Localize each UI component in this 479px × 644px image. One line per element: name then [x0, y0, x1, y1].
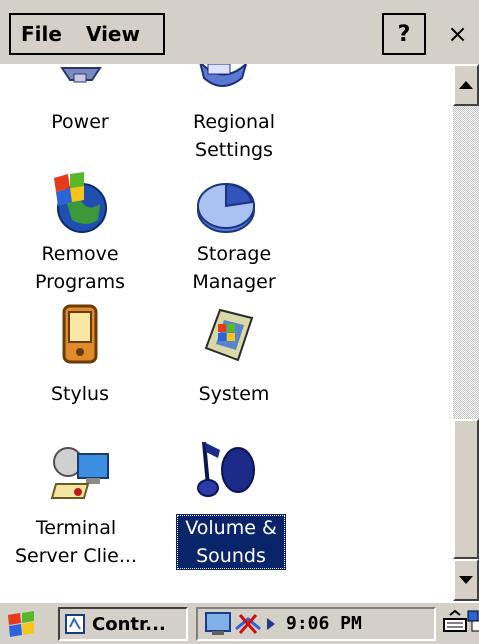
item-regional-settings[interactable]: Regional Settings	[164, 108, 304, 164]
item-label-line: Programs	[34, 271, 126, 293]
item-label-line: Storage	[196, 243, 272, 265]
scrollbar-thumb[interactable]	[453, 419, 479, 559]
disconnected-icon[interactable]	[234, 611, 262, 637]
arrow-up-icon	[459, 81, 473, 89]
item-label-line: Regional	[193, 111, 275, 133]
terminal-server-icon	[50, 447, 109, 499]
control-panel-view: Power Regional Settings Remove Programs …	[0, 64, 453, 601]
file-menu-label: File	[21, 22, 62, 46]
item-power[interactable]: Power	[20, 108, 140, 136]
vertical-scrollbar[interactable]	[453, 64, 479, 601]
view-menu-label: View	[85, 22, 140, 46]
item-label-line: System	[198, 383, 270, 405]
view-menu[interactable]: View	[76, 22, 154, 46]
scroll-down-button[interactable]	[453, 559, 479, 601]
desktop-switch-icon[interactable]	[467, 609, 479, 635]
close-label: ×	[447, 20, 468, 48]
taskbar: Contr... 9:06 PM	[0, 601, 479, 644]
power-icon	[60, 67, 102, 83]
item-label-line: Sounds	[196, 545, 266, 567]
task-button-control-panel[interactable]: Contr...	[58, 607, 188, 641]
menu-group: File View	[9, 13, 165, 55]
item-label-line: Volume &	[185, 517, 277, 539]
arrow-down-icon	[459, 576, 473, 584]
network-icon[interactable]	[204, 611, 232, 637]
clock[interactable]: 9:06 PM	[286, 613, 362, 634]
volume-sounds-icon	[197, 441, 255, 497]
system-icon	[204, 308, 254, 362]
item-storage-manager[interactable]: Storage Manager	[164, 240, 304, 296]
help-label: ?	[397, 21, 411, 47]
control-panel-icon	[65, 614, 85, 634]
item-label-line: Remove	[41, 243, 119, 265]
item-label-line: Terminal	[35, 517, 117, 539]
close-button[interactable]: ×	[436, 13, 479, 55]
regional-settings-icon	[199, 64, 248, 87]
stylus-icon	[62, 304, 98, 364]
item-label-line: Manager	[192, 271, 276, 293]
start-icon[interactable]	[6, 609, 42, 639]
item-label-line: Stylus	[51, 383, 109, 405]
storage-manager-icon	[197, 182, 255, 233]
menu-bar: File View ? ×	[0, 0, 479, 65]
item-remove-programs[interactable]: Remove Programs	[10, 240, 150, 296]
help-button[interactable]: ?	[382, 13, 426, 55]
keyboard-icon[interactable]	[442, 609, 468, 635]
item-label-line: Server Clie...	[15, 545, 137, 567]
remove-programs-icon	[54, 172, 107, 233]
item-label-line: Settings	[195, 139, 273, 161]
scroll-up-button[interactable]	[453, 64, 479, 106]
item-stylus[interactable]: Stylus	[20, 380, 140, 408]
item-volume-sounds[interactable]: Volume & Sounds	[176, 514, 286, 570]
item-terminal-server[interactable]: Terminal Server Clie...	[0, 514, 152, 570]
task-button-label: Contr...	[92, 613, 166, 635]
system-tray: 9:06 PM	[196, 607, 436, 641]
item-system[interactable]: System	[164, 380, 304, 408]
tray-arrow-icon[interactable]	[266, 617, 276, 631]
item-label-line: Power	[51, 111, 109, 133]
file-menu[interactable]: File	[11, 22, 76, 46]
